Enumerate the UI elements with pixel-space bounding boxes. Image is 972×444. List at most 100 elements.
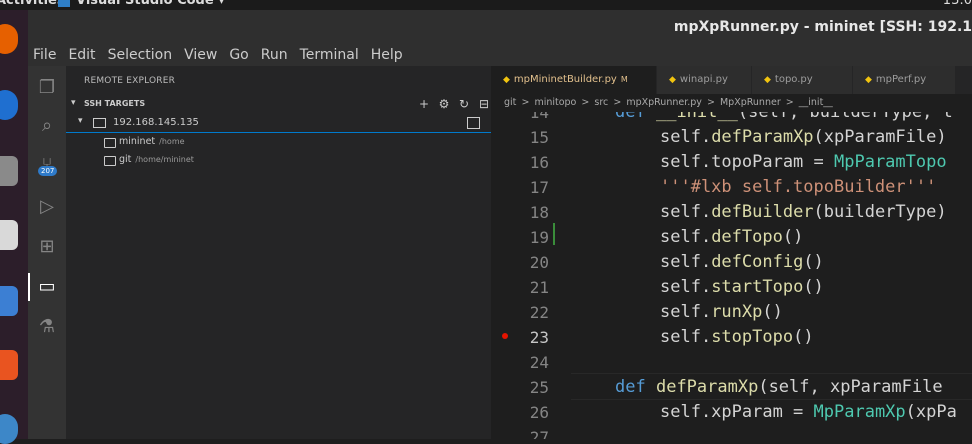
code-line: 25 def defParamXp(self, xpParamFile: [491, 375, 972, 400]
line-number: 22: [529, 303, 549, 322]
folder-item-git[interactable]: git/home/mininet: [66, 152, 491, 168]
folder-icon: [104, 156, 116, 166]
files-icon[interactable]: [0, 156, 18, 186]
chevron-right-icon: >: [706, 97, 715, 108]
monitor-icon: [93, 118, 106, 128]
code-line: 20 self.defConfig(): [491, 250, 972, 275]
run-debug-icon[interactable]: ▷: [35, 195, 59, 219]
code-line: 26 self.xpParam = MpParamXp(xpPa: [491, 400, 972, 425]
code-token: self.: [660, 302, 712, 322]
code-token: __init__: [655, 112, 738, 122]
line-number: 21: [529, 278, 549, 297]
menu-file[interactable]: File: [28, 44, 62, 66]
code-line: 22 self.runXp(): [491, 300, 972, 325]
editor-tabs: ◆ mpMininetBuilder.py M ◆ winapi.py ◆ topo.p…: [491, 66, 972, 94]
ssh-host-item[interactable]: ▾ 192.168.145.135: [66, 114, 491, 132]
chevron-right-icon: >: [521, 97, 530, 108]
code-token: startTopo: [711, 277, 804, 297]
code-line: 27: [491, 425, 972, 439]
line-number: 16: [529, 153, 549, 172]
code-token: MpParamTopo: [834, 152, 947, 172]
code-line: 15 self.defParamXp(xpParamFile): [491, 125, 972, 150]
search-icon[interactable]: ⌕: [35, 114, 59, 138]
tab-label: mpPerf.py: [875, 74, 927, 85]
line-number: 18: [529, 203, 549, 222]
app-menu-button[interactable]: Visual Studio Code ▾: [58, 0, 225, 8]
gear-icon[interactable]: ⚙: [434, 97, 454, 111]
help-icon[interactable]: [0, 414, 18, 444]
code-token: self.topoParam =: [660, 152, 834, 172]
code-token: '''#lxb self.topoBuilder''': [660, 177, 937, 197]
firefox-icon[interactable]: [0, 24, 18, 54]
ssh-targets-label: SSH TARGETS: [84, 99, 146, 108]
breadcrumb-item[interactable]: minitopo: [534, 97, 576, 108]
code-line: 18 self.defBuilder(builderType): [491, 200, 972, 225]
tab-label: winapi.py: [679, 74, 728, 85]
code-token: defParamXp: [655, 377, 759, 397]
code-token: self.xpParam =: [660, 402, 814, 422]
menu-go[interactable]: Go: [223, 44, 254, 66]
menu-help[interactable]: Help: [365, 44, 409, 66]
breadcrumb-item[interactable]: mpXpRunner.py: [626, 97, 702, 108]
code-token: (self, builderType, t: [737, 112, 953, 122]
breadcrumb-item[interactable]: src: [594, 97, 608, 108]
tab-mpperf[interactable]: ◆ mpPerf.py: [853, 66, 956, 94]
menu-edit[interactable]: Edit: [62, 44, 101, 66]
folder-item-mininet[interactable]: mininet/home: [66, 134, 491, 150]
menu-selection[interactable]: Selection: [102, 44, 179, 66]
extensions-icon[interactable]: ⊞: [35, 235, 59, 259]
breadcrumb-item[interactable]: MpXpRunner: [720, 97, 781, 108]
code-line: 19 self.defTopo(): [491, 225, 972, 250]
python-file-icon: ◆: [865, 75, 872, 85]
clock[interactable]: 13:0: [943, 0, 972, 8]
writer-icon[interactable]: [0, 286, 18, 316]
code-token: def: [615, 377, 646, 397]
tab-label: topo.py: [774, 74, 813, 85]
breadcrumb-item[interactable]: git: [504, 97, 516, 108]
menu-terminal[interactable]: Terminal: [294, 44, 365, 66]
code-token: (self, xpParamFile: [758, 377, 943, 397]
code-token: defTopo: [711, 227, 783, 247]
chevron-right-icon: >: [581, 97, 590, 108]
tab-winapi[interactable]: ◆ winapi.py: [657, 66, 752, 94]
rhythmbox-icon[interactable]: [0, 220, 18, 250]
open-new-window-icon[interactable]: [467, 117, 480, 129]
activities-button[interactable]: Activities: [0, 0, 65, 8]
python-file-icon: ◆: [764, 75, 771, 85]
testing-icon[interactable]: ⚗: [35, 315, 59, 339]
breadcrumb-item[interactable]: __init__: [799, 97, 833, 108]
code-token: (xpParamFile): [813, 127, 947, 147]
code-token: self.: [660, 277, 712, 297]
code-line: 24: [491, 350, 972, 375]
add-new-icon[interactable]: +: [414, 97, 434, 111]
line-number: 15: [529, 128, 549, 147]
chevron-down-icon: ▾: [71, 98, 76, 108]
editor-area: ◆ mpMininetBuilder.py M ◆ winapi.py ◆ topo.p…: [491, 66, 972, 439]
code-line: 16 self.topoParam = MpParamTopo: [491, 150, 972, 175]
breadcrumb: git > minitopo > src > mpXpRunner.py > M…: [491, 94, 972, 112]
software-icon[interactable]: [0, 350, 18, 380]
code-token: (builderType): [813, 202, 947, 222]
tab-mpmininetbuilder[interactable]: ◆ mpMininetBuilder.py M: [491, 66, 657, 94]
window-title: mpXpRunner.py - mininet [SSH: 192.1: [673, 19, 972, 35]
app-menu-label: Visual Studio Code: [76, 0, 214, 8]
code-line: 14 def __init__(self, builderType, t: [491, 112, 972, 125]
code-editor[interactable]: 14 def __init__(self, builderType, t 15 se…: [491, 112, 972, 439]
code-token: (): [803, 252, 824, 272]
os-top-panel: Activities Visual Studio Code ▾ 13:0: [0, 0, 972, 10]
code-token: self.: [660, 252, 712, 272]
remote-explorer-icon[interactable]: ▭: [35, 275, 59, 299]
code-token: self.: [660, 227, 712, 247]
folder-name: mininet: [119, 136, 156, 147]
menu-view[interactable]: View: [178, 44, 223, 66]
explorer-icon[interactable]: ❐: [35, 76, 59, 100]
tab-topo[interactable]: ◆ topo.py: [752, 66, 853, 94]
line-number: 26: [529, 403, 549, 422]
menu-run[interactable]: Run: [255, 44, 294, 66]
code-token: defParamXp: [711, 127, 814, 147]
os-dock: [0, 10, 28, 444]
refresh-icon[interactable]: ↻: [454, 97, 474, 111]
active-view-indicator: [28, 273, 30, 301]
thunderbird-icon[interactable]: [0, 90, 18, 120]
vscode-logo-icon: [58, 0, 70, 7]
